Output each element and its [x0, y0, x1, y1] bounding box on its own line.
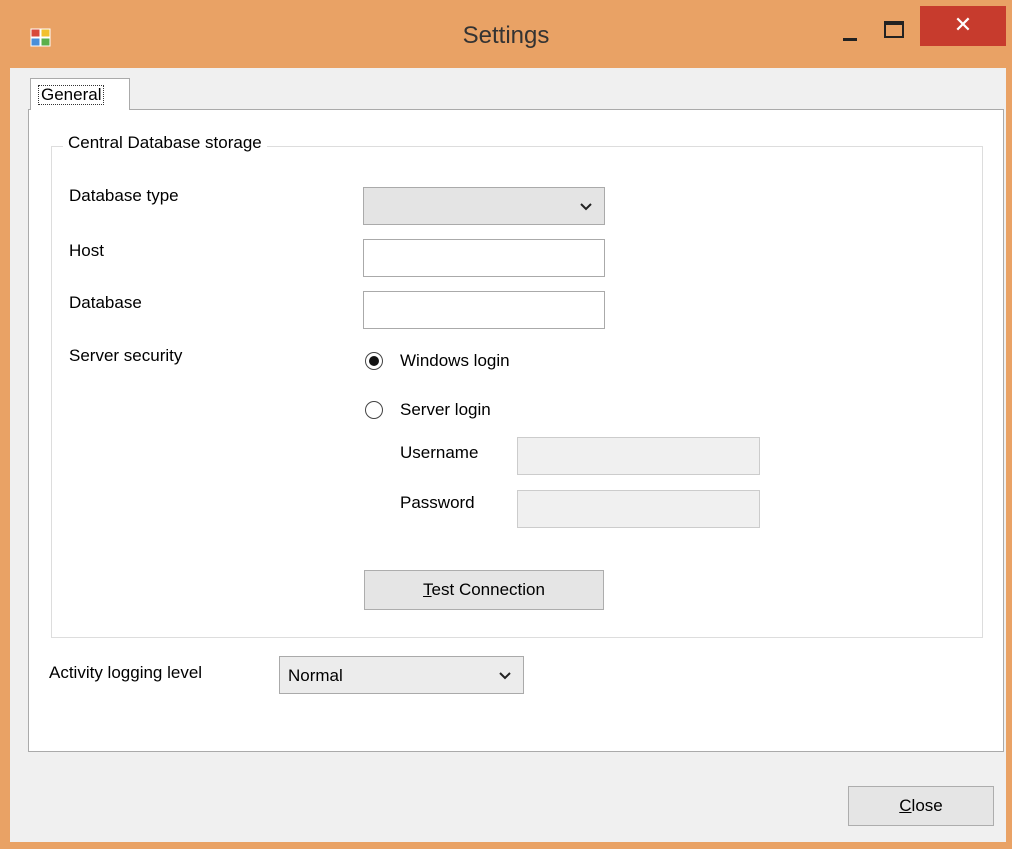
central-database-groupbox: Central Database storage Database type H…	[51, 133, 983, 638]
database-label: Database	[69, 293, 142, 312]
database-input[interactable]	[363, 291, 605, 329]
general-tab-panel: Central Database storage Database type H…	[28, 109, 1004, 752]
test-connection-label: est Connection	[431, 580, 545, 599]
close-mnemonic: C	[899, 796, 912, 815]
tab-general-label: General	[38, 85, 105, 105]
windows-login-label[interactable]: Windows login	[400, 351, 510, 371]
tab-general[interactable]: General	[30, 78, 130, 110]
database-type-label: Database type	[69, 186, 179, 205]
username-label: Username	[400, 443, 479, 462]
settings-window: Settings ✕ General Central Database stor…	[0, 0, 1012, 849]
chevron-down-icon	[499, 672, 511, 680]
activity-logging-value: Normal	[288, 666, 343, 685]
username-input[interactable]	[517, 437, 760, 475]
windows-login-radio[interactable]	[365, 352, 383, 370]
server-login-label[interactable]: Server login	[400, 400, 491, 420]
activity-logging-label: Activity logging level	[49, 663, 203, 682]
close-icon[interactable]: ✕	[920, 6, 1006, 46]
server-login-radio[interactable]	[365, 401, 383, 419]
test-connection-mnemonic: T	[423, 580, 432, 599]
database-type-dropdown[interactable]	[363, 187, 605, 225]
groupbox-title: Central Database storage	[63, 133, 267, 153]
host-input[interactable]	[363, 239, 605, 277]
close-button[interactable]: Close	[848, 786, 994, 826]
maximize-icon[interactable]	[876, 14, 910, 44]
chevron-down-icon	[580, 203, 592, 211]
minimize-icon[interactable]	[834, 18, 868, 48]
title-bar[interactable]: Settings ✕	[0, 0, 1012, 68]
host-label: Host	[69, 241, 104, 260]
dialog-client-area: General Central Database storage Databas…	[10, 68, 1006, 842]
close-label: lose	[911, 796, 943, 815]
password-label: Password	[400, 493, 475, 512]
password-input[interactable]	[517, 490, 760, 528]
server-security-label: Server security	[69, 346, 183, 365]
test-connection-button[interactable]: Test Connection	[364, 570, 604, 610]
activity-logging-dropdown[interactable]: Normal	[279, 656, 524, 694]
